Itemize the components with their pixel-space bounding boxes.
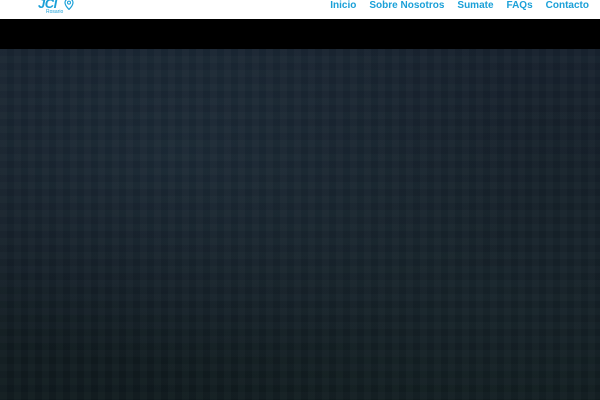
page: JCI Rosario Inicio Sobre Nosotros Sumate… — [0, 0, 600, 400]
top-black-band — [0, 19, 600, 49]
logo-subtitle: Rosario — [46, 9, 64, 15]
jci-logo[interactable]: JCI Rosario — [38, 0, 78, 19]
nav-item-sobre-nosotros[interactable]: Sobre Nosotros — [369, 0, 444, 13]
nav-item-inicio[interactable]: Inicio — [330, 0, 356, 13]
nav-item-contacto[interactable]: Contacto — [546, 0, 589, 13]
hero-background — [0, 49, 600, 400]
nav-item-faqs[interactable]: FAQs — [507, 0, 533, 13]
nav-item-sumate[interactable]: Sumate — [457, 0, 493, 13]
main-nav: Inicio Sobre Nosotros Sumate FAQs Contac… — [330, 0, 589, 13]
location-pin-icon — [64, 0, 74, 10]
site-header: JCI Rosario Inicio Sobre Nosotros Sumate… — [0, 0, 600, 19]
